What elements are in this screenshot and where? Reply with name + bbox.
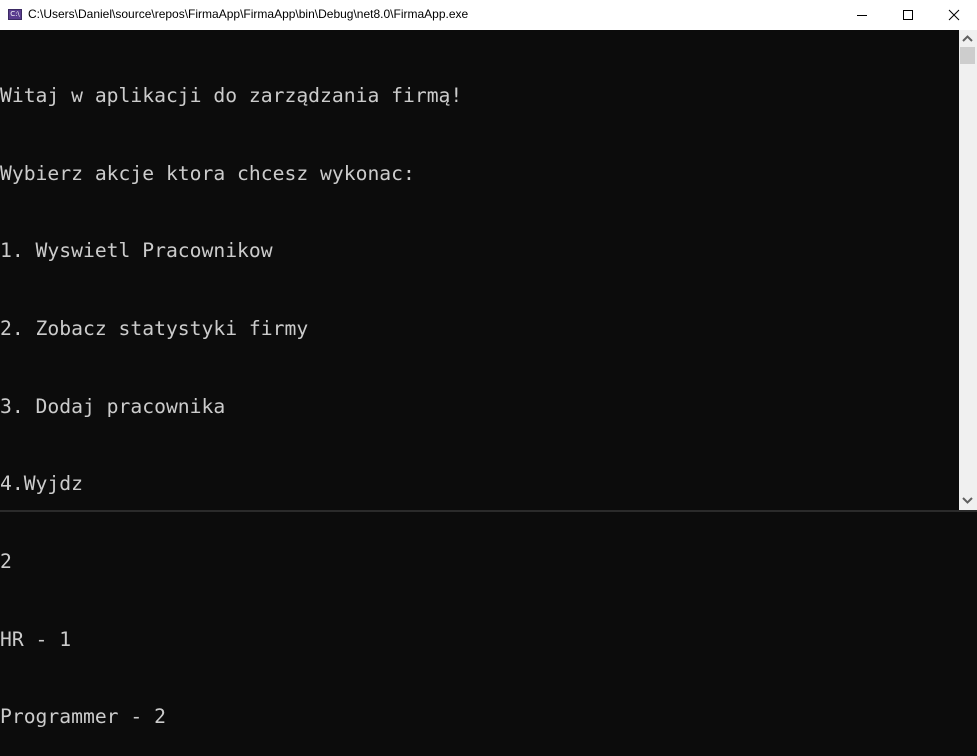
- console-line: 3. Dodaj pracownika: [0, 394, 226, 418]
- window-title: C:\Users\Daniel\source\repos\FirmaApp\Fi…: [28, 7, 469, 21]
- scroll-up-arrow-icon[interactable]: [962, 34, 973, 42]
- console-app-icon: C:\: [8, 9, 22, 20]
- scroll-down-arrow-icon[interactable]: [962, 497, 973, 505]
- console-line: 2: [0, 550, 12, 574]
- close-button[interactable]: [931, 0, 977, 30]
- minimize-icon: [857, 15, 867, 16]
- maximize-button[interactable]: [885, 0, 931, 30]
- close-icon: [948, 9, 960, 21]
- console-line: Programmer - 2: [0, 705, 166, 729]
- scrollbar-thumb[interactable]: [960, 47, 975, 64]
- console-output[interactable]: Witaj w aplikacji do zarządzania firmą! …: [0, 30, 959, 728]
- console-line: Wybierz akcje ktora chcesz wykonac:: [0, 161, 415, 185]
- console-line: Witaj w aplikacji do zarządzania firmą!: [0, 83, 463, 107]
- maximize-icon: [903, 10, 913, 20]
- console-line: HR - 1: [0, 627, 72, 651]
- title-bar[interactable]: C:\ C:\Users\Daniel\source\repos\FirmaAp…: [0, 0, 977, 30]
- console-line: 2. Zobacz statystyki firmy: [0, 316, 309, 340]
- minimize-button[interactable]: [839, 0, 885, 30]
- console-line: 4.Wyjdz: [0, 472, 83, 496]
- vertical-scrollbar[interactable]: [959, 30, 977, 510]
- console-line: 1. Wyswietl Pracownikow: [0, 239, 273, 263]
